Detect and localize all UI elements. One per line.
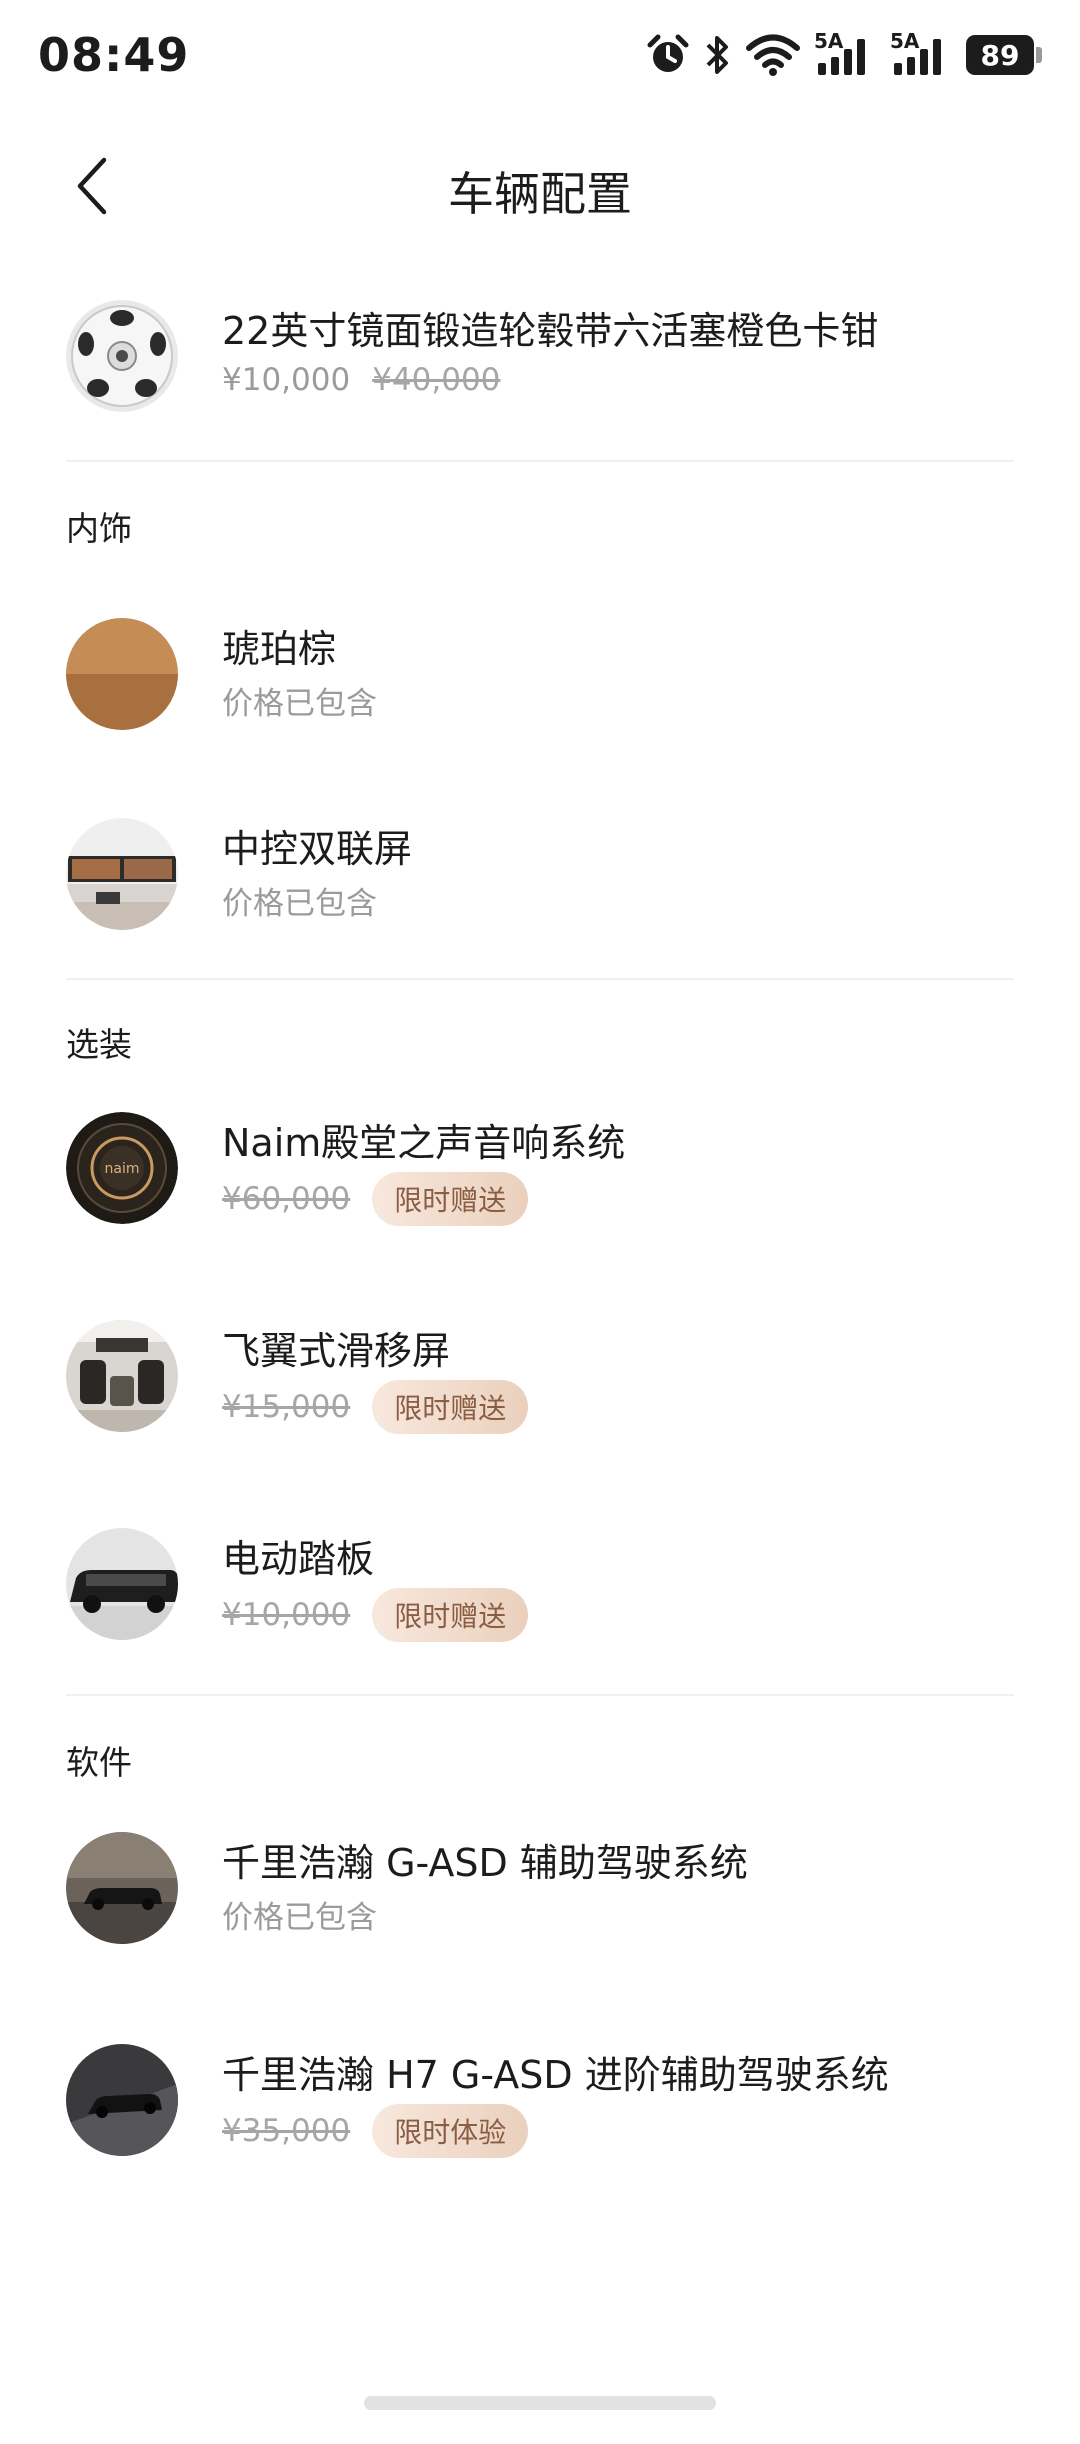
driving-scene-thumbnail <box>66 1832 178 1944</box>
highway-thumbnail <box>66 2044 178 2156</box>
promo-badge: 限时赠送 <box>372 1380 529 1434</box>
bluetooth-icon <box>704 33 732 77</box>
signal-icon: 5A <box>890 29 952 77</box>
price-original: ¥40,000 <box>372 362 501 398</box>
item-name: 飞翼式滑移屏 <box>222 1329 451 1373</box>
wifi-icon <box>746 33 800 77</box>
status-time: 08:49 <box>38 28 190 82</box>
list-item-wheels[interactable]: 22英寸镜面锻造轮毂带六活塞橙色卡钳 ¥10,000 ¥40,000 <box>0 270 1080 460</box>
item-price-row: ¥15,000 限时赠送 <box>222 1380 529 1434</box>
item-name: 琥珀棕 <box>222 627 337 671</box>
battery-level: 89 <box>966 35 1034 75</box>
list-item-dual-screen[interactable]: 中控双联屏 价格已包含 <box>0 778 1080 978</box>
list-item-h7-g-asd[interactable]: 千里浩瀚 H7 G-ASD 进阶辅助驾驶系统 ¥35,000 限时体验 <box>0 2004 1080 2204</box>
item-name: 千里浩瀚 G-ASD 辅助驾驶系统 <box>222 1841 748 1885</box>
item-name: 电动踏板 <box>222 1537 375 1581</box>
list-item-sliding-screen[interactable]: 飞翼式滑移屏 ¥15,000 限时赠送 <box>0 1280 1080 1488</box>
svg-text:naim: naim <box>105 1161 140 1177</box>
wheel-thumbnail <box>66 300 178 412</box>
item-name: 中控双联屏 <box>222 827 413 871</box>
cabin-thumbnail <box>66 1320 178 1432</box>
page-title: 车辆配置 <box>448 167 632 221</box>
list-item-amber-brown[interactable]: 琥珀棕 价格已包含 <box>0 578 1080 778</box>
price-included: 价格已包含 <box>222 886 377 922</box>
section-title-interior: 内饰 <box>66 509 132 548</box>
dashboard-thumbnail <box>66 818 178 930</box>
price-included: 价格已包含 <box>222 686 377 722</box>
status-icons: 5A 5A 89 <box>646 29 1042 80</box>
list-item-power-step[interactable]: 电动踏板 ¥10,000 限时赠送 <box>0 1488 1080 1694</box>
item-price-row: 价格已包含 <box>222 678 377 723</box>
price-original: ¥10,000 <box>222 1597 351 1633</box>
section-title-options: 选装 <box>66 1025 132 1064</box>
item-price-row: ¥10,000 ¥40,000 <box>222 362 500 398</box>
color-swatch-thumbnail <box>66 618 178 730</box>
signal-icon: 5A <box>814 29 876 77</box>
price-original: ¥15,000 <box>222 1389 351 1425</box>
item-name: 22英寸镜面锻造轮毂带六活塞橙色卡钳 <box>222 309 879 353</box>
item-name: 千里浩瀚 H7 G-ASD 进阶辅助驾驶系统 <box>222 2053 889 2097</box>
price-original: ¥60,000 <box>222 1181 351 1217</box>
home-indicator[interactable] <box>364 2396 716 2410</box>
config-list: 22英寸镜面锻造轮毂带六活塞橙色卡钳 ¥10,000 ¥40,000 内饰 琥珀… <box>0 270 1080 2204</box>
speaker-thumbnail: naim <box>66 1112 178 1224</box>
price-original: ¥35,000 <box>222 2113 351 2149</box>
section-title-software: 软件 <box>66 1743 132 1782</box>
battery-icon: 89 <box>966 35 1042 75</box>
item-price-row: ¥35,000 限时体验 <box>222 2104 529 2158</box>
price-included: 价格已包含 <box>222 1900 377 1936</box>
list-item-naim-audio[interactable]: naim Naim殿堂之声音响系统 ¥60,000 限时赠送 <box>0 1072 1080 1280</box>
nav-bar: 车辆配置 <box>0 140 1080 240</box>
promo-badge: 限时赠送 <box>372 1588 529 1642</box>
item-name: Naim殿堂之声音响系统 <box>222 1121 626 1165</box>
list-item-g-asd[interactable]: 千里浩瀚 G-ASD 辅助驾驶系统 价格已包含 <box>0 1792 1080 2004</box>
promo-badge: 限时体验 <box>372 2104 529 2158</box>
item-price-row: 价格已包含 <box>222 1892 377 1937</box>
alarm-icon <box>646 33 690 77</box>
promo-badge: 限时赠送 <box>372 1172 529 1226</box>
status-bar: 08:49 5A 5A 89 <box>0 0 1080 112</box>
item-price-row: ¥10,000 限时赠送 <box>222 1588 529 1642</box>
item-price-row: ¥60,000 限时赠送 <box>222 1172 529 1226</box>
price-current: ¥10,000 <box>222 362 351 398</box>
car-side-thumbnail <box>66 1528 178 1640</box>
item-price-row: 价格已包含 <box>222 878 377 923</box>
